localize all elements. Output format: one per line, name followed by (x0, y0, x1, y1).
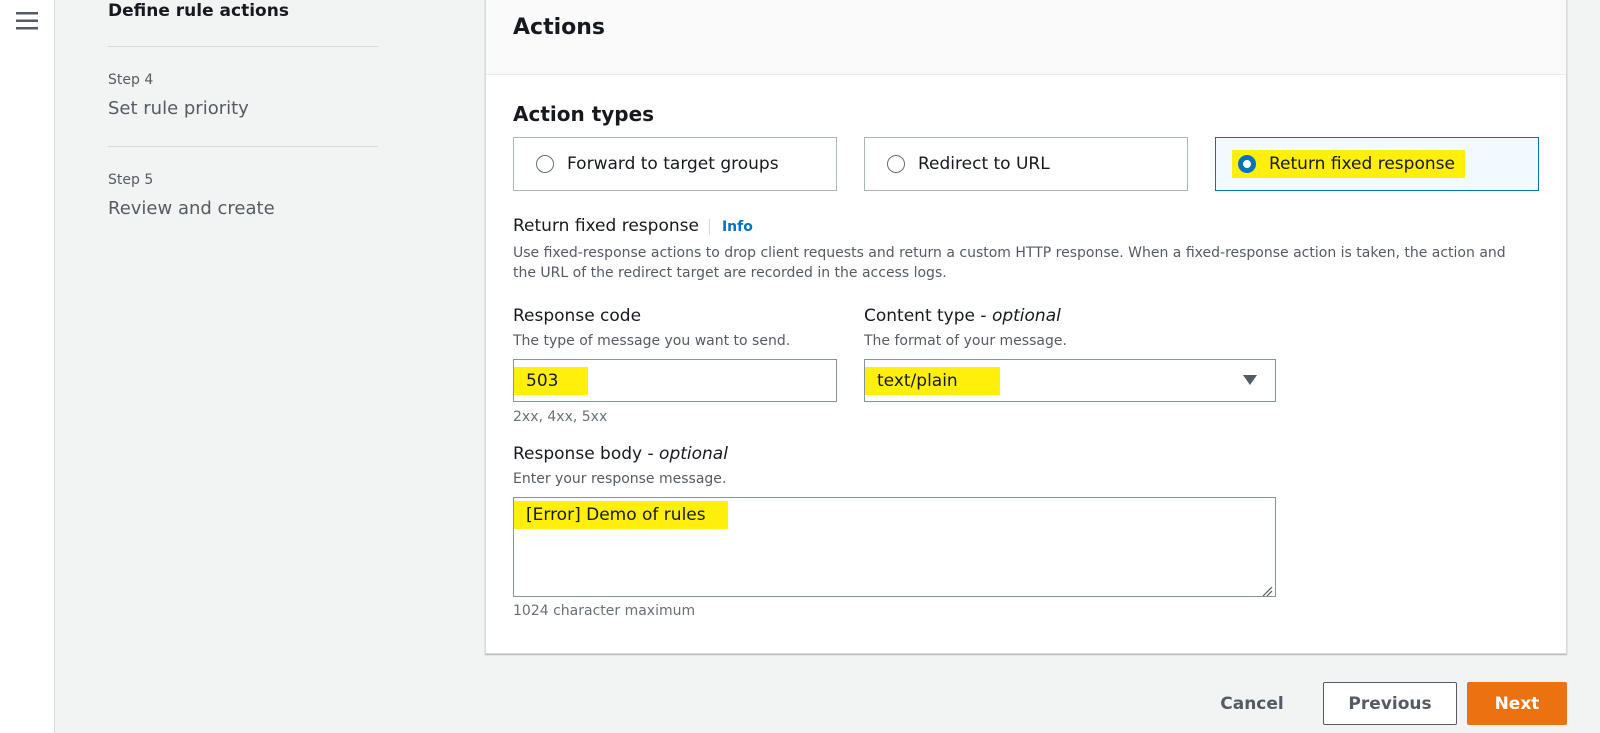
highlight: Return fixed response (1232, 150, 1465, 178)
response-body-textarea[interactable]: [Error] Demo of rules (513, 497, 1276, 597)
step-link-set-rule-priority[interactable]: Set rule priority (108, 97, 378, 121)
response-code-label: Response code (513, 306, 642, 326)
radio-selected-icon[interactable] (1238, 155, 1256, 173)
content-type-label-text: Content type - (864, 306, 987, 326)
tile-label: Return fixed response (1269, 154, 1455, 174)
response-code-input[interactable]: 503 (513, 359, 837, 402)
radio-icon[interactable] (887, 155, 905, 173)
step-number: Step 5 (108, 172, 154, 188)
step-item: Step 5 Review and create (108, 147, 378, 247)
step-item: Step 4 Set rule priority (108, 47, 378, 147)
step-link-review-and-create[interactable]: Review and create (108, 197, 378, 221)
resize-handle-icon[interactable] (1261, 582, 1273, 597)
tile-forward-to-target-groups[interactable]: Forward to target groups (513, 137, 837, 191)
cancel-button[interactable]: Cancel (1210, 682, 1294, 725)
optional-text: optional (991, 306, 1061, 326)
response-code-value: 503 (514, 366, 589, 395)
response-body-label-text: Response body - (513, 444, 654, 464)
radio-icon[interactable] (536, 155, 554, 173)
fixed-response-heading: Return fixed response Info (513, 215, 753, 238)
info-link[interactable]: Info (708, 219, 753, 235)
action-types-title: Action types (513, 102, 655, 126)
actions-panel: Actions Action types Forward to target g… (485, 0, 1567, 654)
hamburger-menu-icon[interactable] (16, 11, 38, 31)
content-type-description: The format of your message. (864, 333, 1067, 349)
response-body-label: Response body - optional (513, 443, 728, 465)
panel-title: Actions (513, 15, 605, 40)
response-body-constraint: 1024 character maximum (513, 603, 696, 619)
panel-header: Actions (486, 0, 1566, 75)
tile-redirect-to-url[interactable]: Redirect to URL (864, 137, 1188, 191)
content-type-label: Content type - optional (864, 305, 1061, 327)
optional-text: optional (659, 444, 728, 464)
nav-rail (0, 0, 55, 733)
fixed-response-label: Return fixed response (513, 216, 699, 236)
content-type-select[interactable]: text/plain (864, 359, 1276, 402)
response-code-description: The type of message you want to send. (513, 333, 791, 349)
previous-button[interactable]: Previous (1323, 682, 1457, 725)
step-number: Step 4 (108, 72, 154, 88)
wizard-steps: Define rule actions Step 4 Set rule prio… (108, 0, 378, 247)
tile-return-fixed-response[interactable]: Return fixed response (1215, 137, 1539, 191)
tile-label: Redirect to URL (918, 154, 1050, 174)
response-body-value: [Error] Demo of rules (514, 501, 728, 529)
response-code-constraint: 2xx, 4xx, 5xx (513, 409, 608, 425)
next-button[interactable]: Next (1467, 682, 1567, 725)
caret-down-icon[interactable] (1243, 375, 1257, 385)
tile-label: Forward to target groups (567, 154, 779, 174)
fixed-response-description: Use fixed-response actions to drop clien… (513, 245, 1506, 281)
content-type-value: text/plain (865, 366, 1000, 395)
response-body-description: Enter your response message. (513, 471, 727, 487)
step-current: Define rule actions (108, 0, 378, 47)
